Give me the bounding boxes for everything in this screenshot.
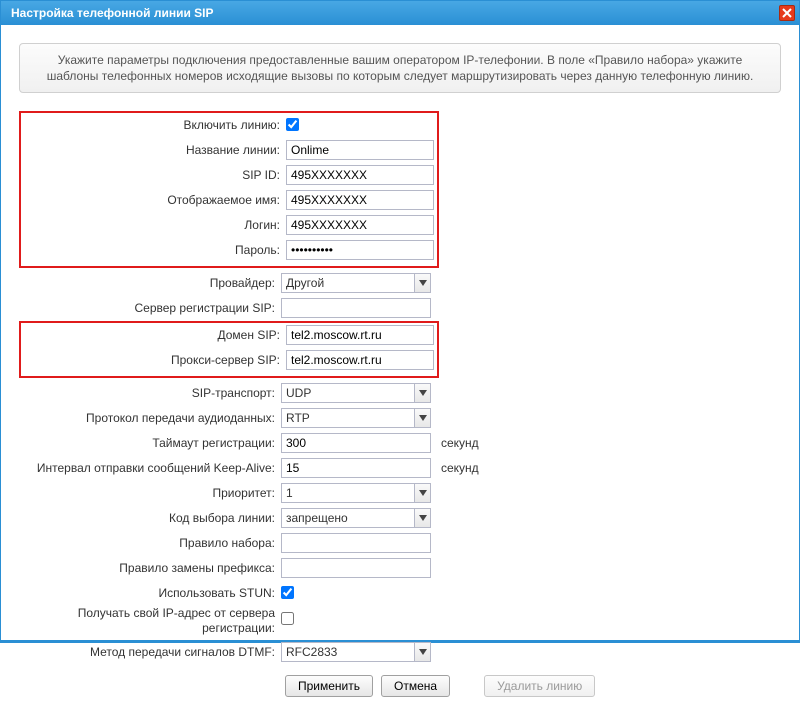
apply-button[interactable]: Применить bbox=[285, 675, 373, 697]
reg-server-input[interactable] bbox=[281, 298, 431, 318]
label-domain: Домен SIP: bbox=[24, 328, 286, 342]
label-reg-server: Сервер регистрации SIP: bbox=[19, 301, 281, 315]
password-input[interactable] bbox=[286, 240, 434, 260]
label-sip-id: SIP ID: bbox=[24, 168, 286, 182]
ip-from-reg-checkbox[interactable] bbox=[281, 612, 294, 625]
display-name-input[interactable] bbox=[286, 190, 434, 210]
window-title: Настройка телефонной линии SIP bbox=[11, 6, 214, 20]
label-login: Логин: bbox=[24, 218, 286, 232]
sip-id-input[interactable] bbox=[286, 165, 434, 185]
use-stun-checkbox[interactable] bbox=[281, 586, 294, 599]
dtmf-select[interactable]: RFC2833 bbox=[281, 642, 431, 662]
delete-line-button: Удалить линию bbox=[484, 675, 595, 697]
keepalive-unit: секунд bbox=[441, 461, 479, 475]
label-use-stun: Использовать STUN: bbox=[19, 586, 281, 600]
enable-checkbox[interactable] bbox=[286, 118, 299, 131]
dialog-content: Укажите параметры подключения предоставл… bbox=[1, 25, 799, 707]
cancel-button[interactable]: Отмена bbox=[381, 675, 450, 697]
close-button[interactable] bbox=[779, 5, 795, 21]
line-name-input[interactable] bbox=[286, 140, 434, 160]
line-select-value: запрещено bbox=[282, 509, 414, 527]
label-audio-proto: Протокол передачи аудиоданных: bbox=[19, 411, 281, 425]
priority-select-value: 1 bbox=[282, 484, 414, 502]
priority-select[interactable]: 1 bbox=[281, 483, 431, 503]
transport-select-value: UDP bbox=[282, 384, 414, 402]
titlebar: Настройка телефонной линии SIP bbox=[1, 1, 799, 25]
chevron-down-icon bbox=[414, 409, 430, 427]
label-display-name: Отображаемое имя: bbox=[24, 193, 286, 207]
login-input[interactable] bbox=[286, 215, 434, 235]
transport-select[interactable]: UDP bbox=[281, 383, 431, 403]
proxy-input[interactable] bbox=[286, 350, 434, 370]
keepalive-input[interactable] bbox=[281, 458, 431, 478]
label-proxy: Прокси-сервер SIP: bbox=[24, 353, 286, 367]
dial-rule-input[interactable] bbox=[281, 533, 431, 553]
label-password: Пароль: bbox=[24, 243, 286, 257]
label-reg-timeout: Таймаут регистрации: bbox=[19, 436, 281, 450]
hint-text: Укажите параметры подключения предоставл… bbox=[19, 43, 781, 93]
reg-timeout-input[interactable] bbox=[281, 433, 431, 453]
label-ip-from-reg: Получать свой IP-адрес от сервера регист… bbox=[19, 606, 281, 636]
chevron-down-icon bbox=[414, 274, 430, 292]
label-line-name: Название линии: bbox=[24, 143, 286, 157]
dialog-window: Настройка телефонной линии SIP Укажите п… bbox=[0, 0, 800, 643]
label-prefix-rule: Правило замены префикса: bbox=[19, 561, 281, 575]
label-provider: Провайдер: bbox=[19, 276, 281, 290]
provider-select-value: Другой bbox=[282, 274, 414, 292]
label-transport: SIP-транспорт: bbox=[19, 386, 281, 400]
label-line-select: Код выбора линии: bbox=[19, 511, 281, 525]
label-enable: Включить линию: bbox=[24, 118, 286, 132]
label-dial-rule: Правило набора: bbox=[19, 536, 281, 550]
label-priority: Приоритет: bbox=[19, 486, 281, 500]
provider-select[interactable]: Другой bbox=[281, 273, 431, 293]
chevron-down-icon bbox=[414, 509, 430, 527]
close-icon bbox=[782, 8, 792, 18]
audio-proto-select[interactable]: RTP bbox=[281, 408, 431, 428]
button-row: Применить Отмена Удалить линию bbox=[19, 675, 781, 697]
label-keepalive: Интервал отправки сообщений Keep-Alive: bbox=[19, 461, 281, 475]
dtmf-select-value: RFC2833 bbox=[282, 643, 414, 661]
chevron-down-icon bbox=[414, 643, 430, 661]
label-dtmf: Метод передачи сигналов DTMF: bbox=[19, 645, 281, 659]
prefix-rule-input[interactable] bbox=[281, 558, 431, 578]
line-select-code[interactable]: запрещено bbox=[281, 508, 431, 528]
chevron-down-icon bbox=[414, 384, 430, 402]
domain-input[interactable] bbox=[286, 325, 434, 345]
reg-timeout-unit: секунд bbox=[441, 436, 479, 450]
audio-proto-select-value: RTP bbox=[282, 409, 414, 427]
chevron-down-icon bbox=[414, 484, 430, 502]
